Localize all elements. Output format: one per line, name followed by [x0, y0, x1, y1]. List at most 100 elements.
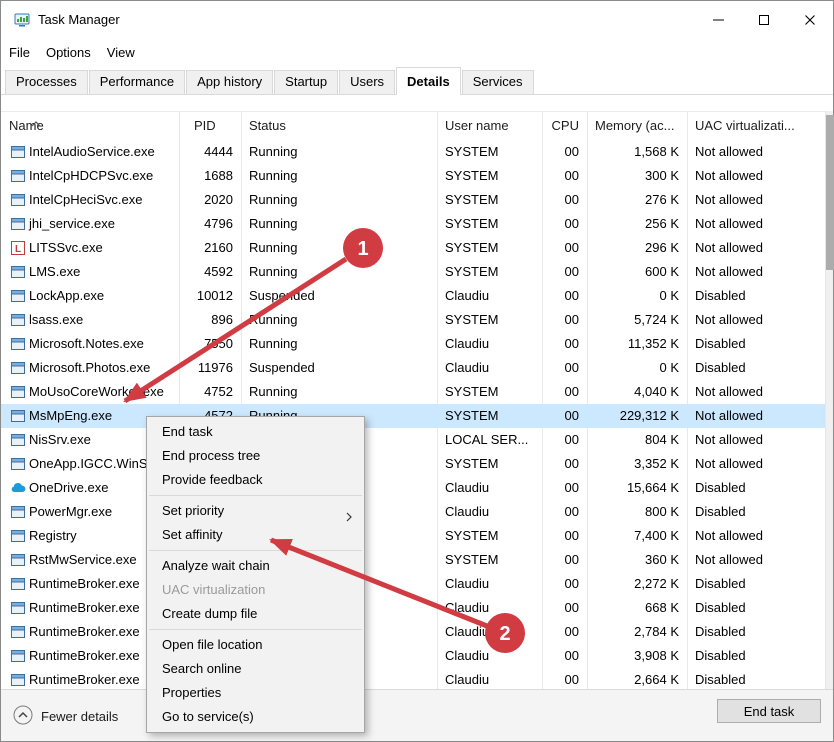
process-row-jhi-service-exe-3[interactable]: jhi_service.exe4796RunningSYSTEM00256 KN… — [1, 212, 825, 236]
cell-cpu: 00 — [542, 404, 579, 428]
vertical-scrollbar[interactable] — [825, 111, 833, 689]
table-header: NamePIDStatusUser nameCPU Memory (ac...UA… — [1, 112, 825, 140]
close-button[interactable] — [787, 1, 833, 39]
context-menu-set-priority[interactable]: Set priority — [147, 499, 364, 523]
tab-details[interactable]: Details — [396, 67, 461, 95]
cell-user: SYSTEM — [437, 404, 542, 428]
column-header-cpu[interactable]: CPU — [542, 112, 579, 140]
cell-status: Running — [241, 140, 437, 164]
menu-file[interactable]: File — [1, 41, 38, 64]
context-menu-open-file-location[interactable]: Open file location — [147, 633, 364, 657]
cell-uac: Disabled — [687, 284, 825, 308]
cell-cpu: 00 — [542, 260, 579, 284]
details-table: NamePIDStatusUser nameCPU Memory (ac...UA… — [1, 111, 825, 689]
tab-performance[interactable]: Performance — [89, 70, 185, 94]
process-row-lockapp-exe-6[interactable]: LockApp.exe10012SuspendedClaudiu000 KDis… — [1, 284, 825, 308]
cell-memory: 2,784 K — [587, 620, 679, 644]
process-row-runtimebroker-exe-20[interactable]: RuntimeBroker.exeClaudiu002,784 KDisable… — [1, 620, 825, 644]
cell-memory: 4,040 K — [587, 380, 679, 404]
process-row-nissrv-exe-12[interactable]: NisSrv.exeLOCAL SER...00804 KNot allowed — [1, 428, 825, 452]
status-bar: Fewer details End task — [1, 689, 833, 741]
process-row-runtimebroker-exe-18[interactable]: RuntimeBroker.exeClaudiu002,272 KDisable… — [1, 572, 825, 596]
process-row-rstmwservice-exe-17[interactable]: RstMwService.exeSYSTEM00360 KNot allowed — [1, 548, 825, 572]
menu-view[interactable]: View — [99, 41, 143, 64]
menu-options[interactable]: Options — [38, 41, 99, 64]
column-header-memory-ac[interactable]: Memory (ac... — [587, 112, 687, 140]
column-header-user-name[interactable]: User name — [437, 112, 542, 140]
process-row-lms-exe-5[interactable]: LMS.exe4592RunningSYSTEM00600 KNot allow… — [1, 260, 825, 284]
cell-pid: 10012 — [179, 284, 233, 308]
cell-uac: Disabled — [687, 668, 825, 689]
process-row-litssvc-exe-4[interactable]: LLITSSvc.exe2160RunningSYSTEM00296 KNot … — [1, 236, 825, 260]
process-row-intelcphecisvc-exe-2[interactable]: IntelCpHeciSvc.exe2020RunningSYSTEM00276… — [1, 188, 825, 212]
column-header-pid[interactable]: PID — [179, 112, 241, 140]
chevron-up-circle-icon — [13, 705, 33, 728]
cell-status: Suspended — [241, 284, 437, 308]
cell-cpu: 00 — [542, 620, 579, 644]
process-row-intelaudioservice-exe-0[interactable]: IntelAudioService.exe4444RunningSYSTEM00… — [1, 140, 825, 164]
cell-memory: 3,352 K — [587, 452, 679, 476]
cell-cpu: 00 — [542, 140, 579, 164]
task-manager-icon — [14, 12, 30, 28]
context-menu-analyze-wait-chain[interactable]: Analyze wait chain — [147, 554, 364, 578]
context-menu-go-to-service-s[interactable]: Go to service(s) — [147, 705, 364, 729]
process-row-registry-16[interactable]: RegistrySYSTEM007,400 KNot allowed — [1, 524, 825, 548]
cell-name: LITSSvc.exe — [1, 236, 179, 260]
column-header-name[interactable]: Name — [1, 112, 179, 140]
process-row-mousocoreworker-exe-10[interactable]: MoUsoCoreWorker.exe4752RunningSYSTEM004,… — [1, 380, 825, 404]
cell-status: Running — [241, 332, 437, 356]
scrollbar-thumb[interactable] — [826, 115, 834, 270]
maximize-button[interactable] — [741, 1, 787, 39]
cell-memory: 0 K — [587, 356, 679, 380]
cell-memory: 2,664 K — [587, 668, 679, 689]
context-menu: End taskEnd process treeProvide feedback… — [146, 416, 365, 733]
process-row-intelcphdcpsvc-exe-1[interactable]: IntelCpHDCPSvc.exe1688RunningSYSTEM00300… — [1, 164, 825, 188]
context-menu-end-task[interactable]: End task — [147, 420, 364, 444]
cell-cpu: 00 — [542, 236, 579, 260]
cell-uac: Disabled — [687, 620, 825, 644]
process-row-onedrive-exe-14[interactable]: OneDrive.exeClaudiu0015,664 KDisabled — [1, 476, 825, 500]
cell-uac: Not allowed — [687, 236, 825, 260]
cell-memory: 800 K — [587, 500, 679, 524]
cell-memory: 600 K — [587, 260, 679, 284]
process-row-powermgr-exe-15[interactable]: PowerMgr.exeClaudiu00800 KDisabled — [1, 500, 825, 524]
tab-processes[interactable]: Processes — [5, 70, 88, 94]
window-controls — [695, 1, 833, 39]
cell-cpu: 00 — [542, 524, 579, 548]
tab-users[interactable]: Users — [339, 70, 395, 94]
cell-cpu: 00 — [542, 428, 579, 452]
fewer-details-toggle[interactable]: Fewer details — [13, 701, 118, 731]
minimize-button[interactable] — [695, 1, 741, 39]
minimize-icon — [713, 19, 724, 21]
process-row-runtimebroker-exe-19[interactable]: RuntimeBroker.exeClaudiu00668 KDisabled — [1, 596, 825, 620]
context-menu-properties[interactable]: Properties — [147, 681, 364, 705]
cell-user: LOCAL SER... — [437, 428, 542, 452]
process-row-lsass-exe-7[interactable]: lsass.exe896RunningSYSTEM005,724 KNot al… — [1, 308, 825, 332]
cell-uac: Not allowed — [687, 380, 825, 404]
column-header-status[interactable]: Status — [241, 112, 437, 140]
cell-uac: Disabled — [687, 476, 825, 500]
context-menu-provide-feedback[interactable]: Provide feedback — [147, 468, 364, 492]
cell-cpu: 00 — [542, 452, 579, 476]
process-row-runtimebroker-exe-22[interactable]: RuntimeBroker.exeClaudiu002,664 KDisable… — [1, 668, 825, 689]
maximize-icon — [759, 15, 769, 25]
tab-startup[interactable]: Startup — [274, 70, 338, 94]
tab-app-history[interactable]: App history — [186, 70, 273, 94]
cell-memory: 229,312 K — [587, 404, 679, 428]
context-menu-search-online[interactable]: Search online — [147, 657, 364, 681]
process-row-runtimebroker-exe-21[interactable]: RuntimeBroker.exeClaudiu003,908 KDisable… — [1, 644, 825, 668]
cell-memory: 5,724 K — [587, 308, 679, 332]
tab-services[interactable]: Services — [462, 70, 534, 94]
context-menu-set-affinity[interactable]: Set affinity — [147, 523, 364, 547]
cell-uac: Not allowed — [687, 524, 825, 548]
process-row-oneapp-igcc-winservice-exe-13[interactable]: OneApp.IGCC.WinService.exeSYSTEM003,352 … — [1, 452, 825, 476]
process-row-msmpeng-exe-11[interactable]: MsMpEng.exe4572RunningSYSTEM00229,312 KN… — [1, 404, 825, 428]
cell-user: Claudiu — [437, 476, 542, 500]
cell-name: IntelCpHDCPSvc.exe — [1, 164, 179, 188]
process-row-microsoft-photos-exe-9[interactable]: Microsoft.Photos.exe11976SuspendedClaudi… — [1, 356, 825, 380]
process-row-microsoft-notes-exe-8[interactable]: Microsoft.Notes.exe7550RunningClaudiu001… — [1, 332, 825, 356]
context-menu-end-process-tree[interactable]: End process tree — [147, 444, 364, 468]
column-header-uac-virtualizati[interactable]: UAC virtualizati... — [687, 112, 825, 140]
end-task-button[interactable]: End task — [717, 699, 821, 723]
context-menu-create-dump-file[interactable]: Create dump file — [147, 602, 364, 626]
